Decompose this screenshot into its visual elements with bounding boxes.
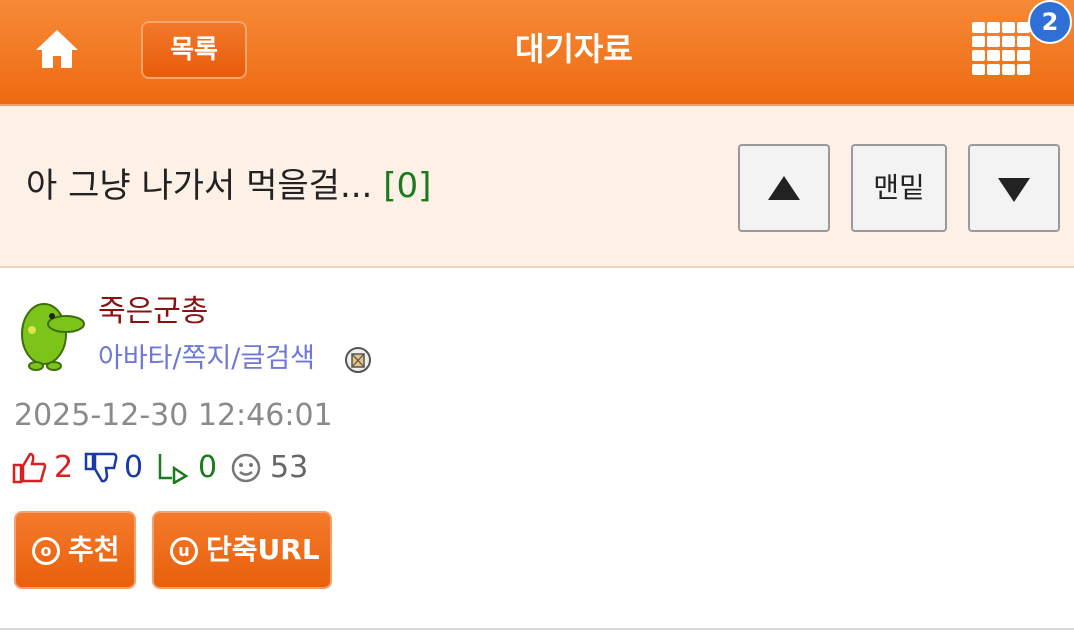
post-title: 아 그냥 나가서 먹을걸... [0] xyxy=(26,164,431,208)
short-url-button[interactable]: u 단축URL xyxy=(152,511,332,589)
views-count: 53 xyxy=(270,450,309,485)
reply-arrow-icon xyxy=(158,454,189,484)
arrow-up-icon xyxy=(768,176,800,200)
short-url-circle-icon: u xyxy=(170,537,198,565)
go-bottom-button[interactable]: 맨밑 xyxy=(851,144,947,232)
shares-stat[interactable]: 0 xyxy=(156,448,226,488)
recommend-button[interactable]: o 추천 xyxy=(14,511,136,589)
home-button[interactable] xyxy=(34,28,80,70)
mail-icon[interactable] xyxy=(344,346,372,374)
author-links[interactable]: 아바타/쪽지/글검색 xyxy=(98,340,315,378)
notification-badge[interactable]: 2 xyxy=(1028,0,1072,44)
divider xyxy=(0,628,1074,630)
short-url-label: 단축URL xyxy=(206,533,320,566)
smiley-icon xyxy=(231,453,261,483)
likes-count: 2 xyxy=(54,450,74,485)
arrow-down-icon xyxy=(998,178,1030,202)
author-name[interactable]: 죽은군총 xyxy=(98,292,208,332)
thumbs-up-icon xyxy=(12,452,47,484)
top-header: 목록 대기자료 2 xyxy=(0,0,1074,106)
post-title-text: 아 그냥 나가서 먹을걸... xyxy=(26,166,373,206)
grid-menu-button[interactable] xyxy=(972,22,1030,78)
list-button[interactable]: 목록 xyxy=(141,21,247,79)
shares-count: 0 xyxy=(198,450,218,485)
home-icon xyxy=(36,30,78,68)
recommend-circle-icon: o xyxy=(32,537,60,565)
avatar[interactable] xyxy=(14,298,88,372)
post-date: 2025-12-30 12:46:01 xyxy=(14,398,333,433)
green-creature-avatar-icon xyxy=(21,303,85,371)
dislikes-count: 0 xyxy=(124,450,144,485)
scroll-down-button[interactable] xyxy=(968,144,1060,232)
recommend-label: 추천 xyxy=(68,533,120,566)
thumbs-down-icon xyxy=(84,452,118,483)
likes-stat[interactable]: 2 xyxy=(12,448,82,488)
comment-count[interactable]: [0] xyxy=(383,166,431,206)
page-title: 대기자료 xyxy=(515,30,633,68)
views-stat: 53 xyxy=(230,448,340,488)
scroll-up-button[interactable] xyxy=(738,144,830,232)
dislikes-stat[interactable]: 0 xyxy=(84,448,154,488)
